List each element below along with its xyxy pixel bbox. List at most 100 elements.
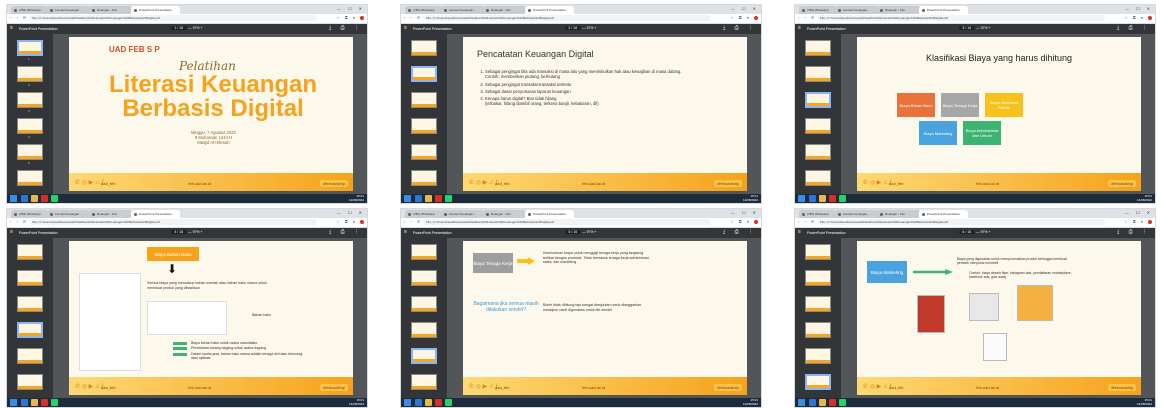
page-number[interactable]: 4 / 16 [171, 230, 187, 234]
zoom-controls[interactable]: — 97% + [188, 230, 203, 234]
tab-literasi[interactable]: Literasi Keuangan... [47, 6, 90, 14]
url-field[interactable]: File | C:/Users/Asus/Downloads/Pelatihan… [817, 219, 1105, 225]
zoom-controls[interactable]: — 97% + [582, 26, 597, 30]
thumbnail-2[interactable] [805, 270, 831, 286]
thumbnail-5[interactable] [411, 348, 437, 364]
tab-powerpoint[interactable]: PowerPoint Presentation [525, 6, 574, 14]
zoom-controls[interactable]: — 97% + [188, 26, 203, 30]
whatsapp-taskbar-icon[interactable] [445, 399, 452, 406]
pdf-actions[interactable]: ⤓ ⎙ ⋮ [1117, 229, 1151, 235]
url-field[interactable]: File | C:/Users/Asus/Downloads/Pelatihan… [423, 15, 711, 21]
thumbnail-5[interactable] [17, 144, 43, 160]
nav-buttons[interactable]: ‹ › ⟳ [404, 15, 422, 20]
windows-start-icon[interactable] [798, 195, 805, 202]
thumbnail-6[interactable] [17, 170, 43, 186]
window-controls[interactable]: — ☐ ✕ [1125, 210, 1153, 215]
thumbnail-1[interactable] [805, 40, 831, 56]
whatsapp-taskbar-icon[interactable] [51, 399, 58, 406]
thumbnail-1[interactable] [411, 244, 437, 260]
pdf-actions[interactable]: ⤓ ⎙ ⋮ [723, 229, 757, 235]
profile-icon[interactable] [754, 219, 758, 224]
thumbnail-3[interactable] [17, 92, 43, 108]
tab-powerpoint[interactable]: PowerPoint Presentation [919, 6, 968, 14]
whatsapp-taskbar-icon[interactable] [51, 195, 58, 202]
thumbnail-6[interactable] [805, 170, 831, 186]
menu-icon[interactable]: ≡ [798, 229, 801, 235]
nav-buttons[interactable]: ‹ › ⟳ [404, 219, 422, 224]
extension-icons[interactable]: ☆ ⧉ ♦ [730, 15, 758, 20]
zoom-controls[interactable]: — 97% + [582, 230, 597, 234]
window-controls[interactable]: — ☐ ✕ [731, 210, 759, 215]
tab-ruangan[interactable]: Ruangan - Kisi [89, 6, 132, 14]
edge-icon[interactable] [809, 399, 816, 406]
pdf-actions[interactable]: ⤓ ⎙ ⋮ [329, 229, 363, 235]
tab-literasi[interactable]: Literasi Keuangan... [441, 6, 484, 14]
url-field[interactable]: File | C:/Users/Asus/Downloads/Pelatihan… [29, 219, 317, 225]
profile-icon[interactable] [1148, 15, 1152, 20]
thumbnail-3[interactable] [805, 92, 831, 108]
menu-icon[interactable]: ≡ [10, 229, 13, 235]
page-number[interactable]: 3 / 16 [959, 26, 975, 30]
pdf-actions[interactable]: ⤓ ⎙ ⋮ [723, 25, 757, 31]
pdf-actions[interactable]: ⤓ ⎙ ⋮ [1117, 25, 1151, 31]
thumbnail-3[interactable] [805, 296, 831, 312]
url-field[interactable]: File | C:/Users/Asus/Downloads/Pelatihan… [29, 15, 317, 21]
thumbnail-4[interactable] [411, 118, 437, 134]
nav-buttons[interactable]: ‹ › ⟳ [10, 219, 28, 224]
edge-icon[interactable] [415, 195, 422, 202]
thumbnail-2[interactable] [805, 66, 831, 82]
profile-icon[interactable] [754, 15, 758, 20]
explorer-icon[interactable] [425, 399, 432, 406]
tab-whatsapp[interactable]: (789) WhatsApp [799, 210, 836, 218]
edge-icon[interactable] [809, 195, 816, 202]
menu-icon[interactable]: ≡ [404, 25, 407, 31]
whatsapp-taskbar-icon[interactable] [839, 195, 846, 202]
thumbnail-1[interactable] [17, 244, 43, 260]
whatsapp-taskbar-icon[interactable] [839, 399, 846, 406]
tab-whatsapp[interactable]: (789) WhatsApp [799, 6, 836, 14]
thumbnail-1[interactable] [805, 244, 831, 260]
thumbnail-5[interactable] [411, 144, 437, 160]
extension-icons[interactable]: ☆ ⧉ ♦ [336, 15, 364, 20]
whatsapp-taskbar-icon[interactable] [445, 195, 452, 202]
edge-icon[interactable] [415, 399, 422, 406]
nav-buttons[interactable]: ‹ › ⟳ [10, 15, 28, 20]
chrome-icon[interactable] [435, 195, 442, 202]
thumbnail-5[interactable] [805, 348, 831, 364]
pdf-actions[interactable]: ⤓ ⎙ ⋮ [329, 25, 363, 31]
thumbnail-2[interactable] [411, 66, 437, 82]
thumbnail-4[interactable] [805, 118, 831, 134]
page-number[interactable]: 1 / 16 [171, 26, 187, 30]
chrome-icon[interactable] [829, 195, 836, 202]
tab-literasi[interactable]: Literasi Keuangan... [441, 210, 484, 218]
menu-icon[interactable]: ≡ [10, 25, 13, 31]
page-number[interactable]: 2 / 16 [565, 26, 581, 30]
windows-start-icon[interactable] [10, 399, 17, 406]
window-controls[interactable]: — ☐ ✕ [337, 6, 365, 11]
menu-icon[interactable]: ≡ [798, 25, 801, 31]
tab-whatsapp[interactable]: (789) WhatsApp [11, 210, 48, 218]
menu-icon[interactable]: ≡ [404, 229, 407, 235]
windows-start-icon[interactable] [404, 195, 411, 202]
extension-icons[interactable]: ☆ ⧉ ♦ [336, 219, 364, 224]
tab-whatsapp[interactable]: (789) WhatsApp [405, 210, 442, 218]
chrome-icon[interactable] [41, 399, 48, 406]
explorer-icon[interactable] [819, 399, 826, 406]
thumbnail-2[interactable] [17, 66, 43, 82]
windows-start-icon[interactable] [404, 399, 411, 406]
chrome-icon[interactable] [435, 399, 442, 406]
window-controls[interactable]: — ☐ ✕ [337, 210, 365, 215]
thumbnail-2[interactable] [411, 270, 437, 286]
tab-ruangan[interactable]: Ruangan - Kisi [483, 210, 526, 218]
tab-powerpoint[interactable]: PowerPoint Presentation [131, 210, 180, 218]
tab-literasi[interactable]: Literasi Keuangan... [835, 210, 878, 218]
tab-literasi[interactable]: Literasi Keuangan... [835, 6, 878, 14]
explorer-icon[interactable] [819, 195, 826, 202]
thumbnail-5[interactable] [17, 348, 43, 364]
profile-icon[interactable] [360, 219, 364, 224]
thumbnail-3[interactable] [17, 296, 43, 312]
chrome-icon[interactable] [41, 195, 48, 202]
explorer-icon[interactable] [31, 399, 38, 406]
thumbnail-5[interactable] [805, 144, 831, 160]
window-controls[interactable]: — ☐ ✕ [1125, 6, 1153, 11]
